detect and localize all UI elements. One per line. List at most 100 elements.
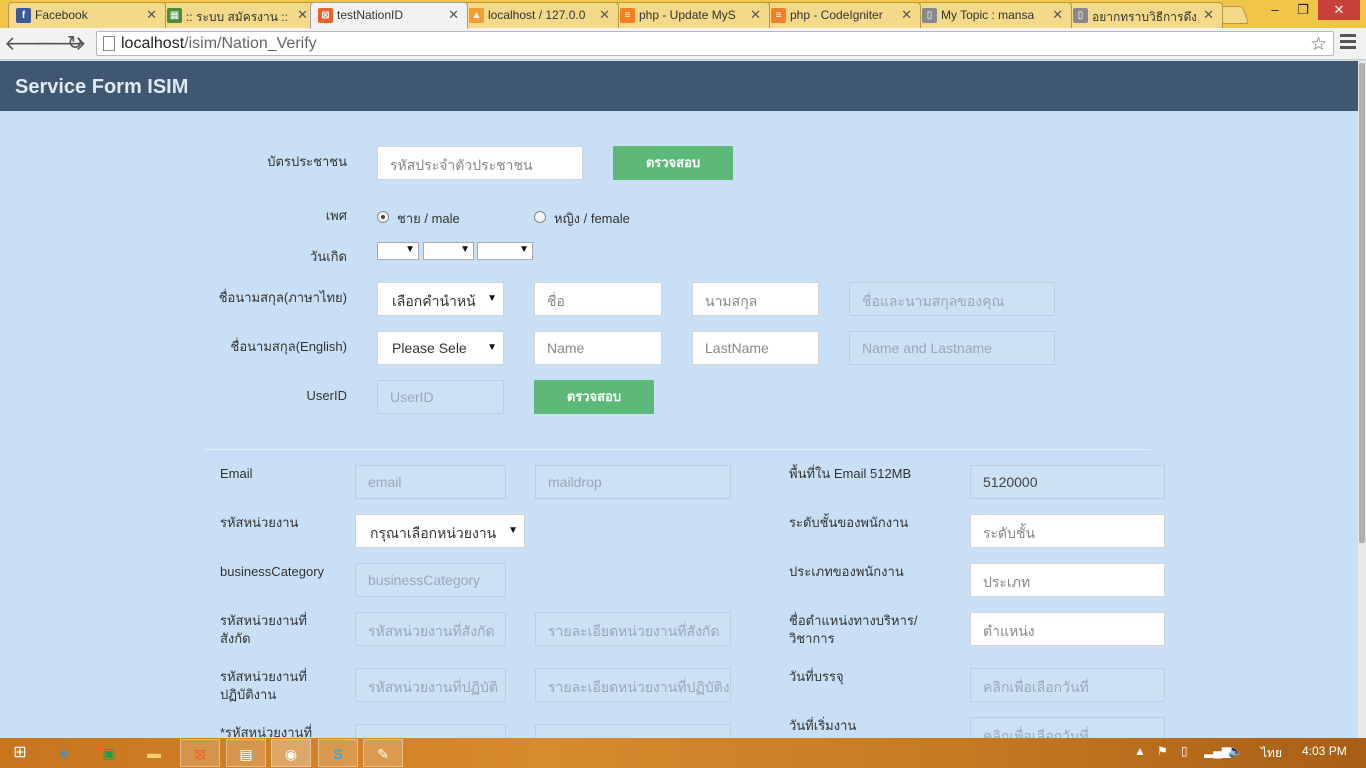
cut-unit-detail-input <box>535 724 731 738</box>
browser-tab[interactable]: ≡ php - Update MyS ✕ <box>612 2 770 28</box>
verify-national-id-button[interactable]: ตรวจสอบ <box>613 146 733 180</box>
birth-year-select[interactable]: ▼ <box>477 242 533 260</box>
network-signal-icon[interactable]: ▂▄▆ <box>1204 744 1231 758</box>
gender-female-radio[interactable] <box>534 211 546 223</box>
document-icon: ▯ <box>1073 8 1088 23</box>
action-center-flag-icon[interactable]: ⚑ <box>1157 744 1168 758</box>
page-scrollbar[interactable] <box>1358 61 1366 738</box>
browser-tab[interactable]: ▯ อยากทราบวิธีการดึงข้ ✕ <box>1065 2 1223 28</box>
close-tab-icon[interactable]: ✕ <box>1203 7 1214 23</box>
url-text: localhost/isim/Nation_Verify <box>121 35 317 52</box>
verify-userid-button[interactable]: ตรวจสอบ <box>534 380 654 414</box>
email-quota-input: 5120000 <box>970 465 1165 499</box>
maximize-button[interactable]: ❐ <box>1290 0 1316 20</box>
internet-explorer-icon[interactable]: e <box>44 739 84 767</box>
browser-menu-icon[interactable] <box>1340 34 1356 52</box>
close-tab-icon[interactable]: ✕ <box>297 7 308 23</box>
back-button[interactable]: 🡐 <box>4 31 58 57</box>
browser-tab[interactable]: ≡ php - CodeIgniter ✕ <box>763 2 921 28</box>
thai-first-name-input[interactable]: ชื่อ <box>534 282 662 316</box>
window-close-button[interactable]: ✕ <box>1318 0 1360 20</box>
staff-type-input[interactable]: ประเภท <box>970 563 1165 597</box>
operating-unit-detail-input: รายละเอียดหน่วยงานที่ปฏิบัติง <box>535 668 731 702</box>
browser-tab-label: Facebook <box>35 8 88 22</box>
browser-tab-label: localhost / 127.0.0 <box>488 8 586 22</box>
skype-taskbar-icon[interactable]: S <box>318 739 358 767</box>
operating-unit-label: รหัสหน่วยงานที่ ปฏิบัติงาน <box>220 669 307 702</box>
browser-tab-strip: f Facebook ✕ ▦:: ระบบ สมัครงาน :: ✕ ⊠ testNati… <box>0 0 1366 29</box>
power-icon[interactable]: ▯ <box>1181 744 1188 758</box>
userid-input: UserID <box>377 380 504 414</box>
english-title-select[interactable]: Please Sele ▼ <box>377 331 504 365</box>
operating-unit-code-input: รหัสหน่วยงานที่ปฏิบัติ <box>355 668 506 702</box>
business-category-label: businessCategory <box>220 564 325 579</box>
browser-tab[interactable]: ⊠ testNationID ✕ <box>310 2 468 29</box>
national-id-input[interactable]: รหัสประจำตัวประชาชน <box>377 146 583 180</box>
file-explorer-icon[interactable]: ▬ <box>134 739 174 767</box>
start-date-input[interactable]: คลิกเพื่อเลือกวันที่ <box>970 717 1165 738</box>
position-input[interactable]: ตำแหน่ง <box>970 612 1165 646</box>
business-category-input: businessCategory <box>355 563 506 597</box>
windows-start-icon[interactable]: ⊞ <box>0 739 40 767</box>
minimize-button[interactable]: – <box>1262 0 1288 20</box>
terminal-taskbar-icon[interactable]: ▤ <box>226 739 266 767</box>
browser-tab[interactable]: ▯ My Topic : mansa ✕ <box>914 2 1072 28</box>
national-id-label: บัตรประชาชน <box>267 154 347 169</box>
scrollbar-thumb[interactable] <box>1359 63 1365 543</box>
page-title: Service Form ISIM <box>15 76 189 98</box>
xampp-taskbar-icon[interactable]: ⊠ <box>180 739 220 767</box>
phpmyadmin-icon: ▲ <box>469 8 484 23</box>
birth-day-select[interactable]: ▼ <box>377 242 419 260</box>
thai-name-label: ชื่อนามสกุล(ภาษาไทย) <box>218 290 347 305</box>
english-first-name-input[interactable]: Name <box>534 331 662 365</box>
start-date-label: วันที่เริ่มงาน <box>789 718 857 733</box>
staff-level-input[interactable]: ระดับชั้น <box>970 514 1165 548</box>
browser-toolbar: 🡐 🡒 ↻ localhost/isim/Nation_Verify ☆ <box>0 28 1366 60</box>
userid-label: UserID <box>306 388 347 403</box>
volume-icon[interactable]: 🔈 <box>1228 744 1243 758</box>
staff-level-label: ระดับชั้นของพนักงาน <box>789 515 909 530</box>
unit-code-select[interactable]: กรุณาเลือกหน่วยงาน ▼ <box>355 514 525 548</box>
close-tab-icon[interactable]: ✕ <box>146 7 157 23</box>
address-bar[interactable]: localhost/isim/Nation_Verify ☆ <box>96 31 1334 56</box>
close-tab-icon[interactable]: ✕ <box>448 7 459 23</box>
browser-tab[interactable]: f Facebook ✕ <box>8 2 166 28</box>
reload-button[interactable]: ↻ <box>62 31 88 57</box>
input-language-indicator[interactable]: ไทย <box>1261 744 1282 763</box>
browser-tab[interactable]: ▦:: ระบบ สมัครงาน :: ✕ <box>159 2 317 28</box>
email-input: email <box>355 465 506 499</box>
email-quota-label: พื้นที่ใน Email 512MB <box>789 466 912 481</box>
browser-tab-label: testNationID <box>337 8 404 22</box>
email-label: Email <box>220 466 253 481</box>
show-hidden-icons-icon[interactable]: ▲ <box>1134 744 1146 758</box>
store-icon[interactable]: ▣ <box>89 739 129 767</box>
chevron-down-icon: ▼ <box>487 293 497 304</box>
close-tab-icon[interactable]: ✕ <box>599 7 610 23</box>
thai-title-select[interactable]: เลือกคำนำหน้ ▼ <box>377 282 504 316</box>
chrome-taskbar-icon[interactable]: ◉ <box>271 739 311 767</box>
browser-tab[interactable]: ▲ localhost / 127.0.0 ✕ <box>461 2 619 28</box>
thai-last-name-input[interactable]: นามสกุล <box>692 282 819 316</box>
bookmark-star-icon[interactable]: ☆ <box>1310 33 1327 56</box>
close-tab-icon[interactable]: ✕ <box>1052 7 1063 23</box>
close-tab-icon[interactable]: ✕ <box>750 7 761 23</box>
english-full-name-input: Name and Lastname <box>849 331 1055 365</box>
thai-full-name-input: ชื่อและนามสกุลของคุณ <box>849 282 1055 316</box>
clock[interactable]: 4:03 PM <box>1302 744 1347 758</box>
page-header: Service Form ISIM <box>0 61 1358 111</box>
position-label: ชื่อตำแหน่งทางบริหาร/วิชาการ <box>789 613 918 646</box>
english-last-name-input[interactable]: LastName <box>692 331 819 365</box>
appointment-date-input[interactable]: คลิกเพื่อเลือกวันที่ <box>970 668 1165 702</box>
browser-tab-label: อยากทราบวิธีการดึงข้ <box>1092 10 1196 24</box>
close-tab-icon[interactable]: ✕ <box>901 7 912 23</box>
gender-male-radio[interactable] <box>377 211 389 223</box>
page-viewport: Service Form ISIM บัตรประชาชน รหัสประจำต… <box>0 61 1358 738</box>
browser-tab-label: My Topic : mansa <box>941 8 1035 22</box>
maildrop-input: maildrop <box>535 465 731 499</box>
appointment-date-label: วันที่บรรจุ <box>789 669 844 684</box>
forward-button[interactable]: 🡒 <box>33 31 87 57</box>
paint-taskbar-icon[interactable]: ✎ <box>363 739 403 767</box>
gender-female-label: หญิง / female <box>554 211 630 226</box>
page-icon: ▦ <box>167 8 182 23</box>
birth-month-select[interactable]: ▼ <box>423 242 474 260</box>
